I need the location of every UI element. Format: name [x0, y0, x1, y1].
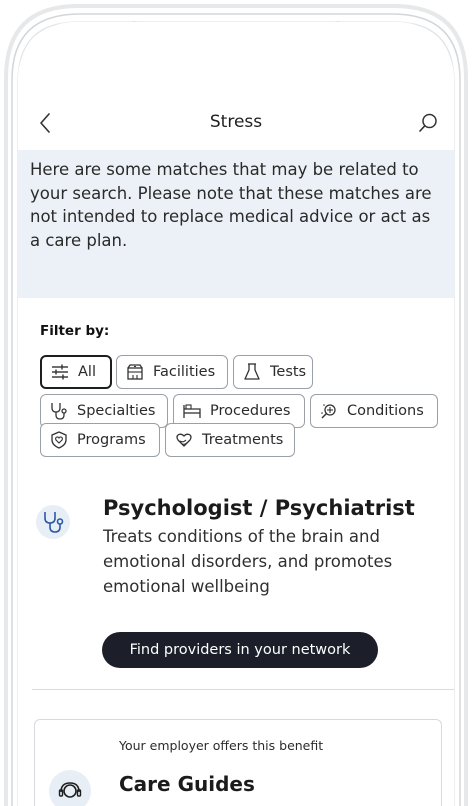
filter-chip-tests[interactable]: Tests: [233, 355, 313, 389]
flask-icon: [242, 362, 262, 382]
app-stage: Stress Here are some matches that may be…: [0, 0, 472, 806]
section-divider: [32, 689, 454, 690]
chip-label: Facilities: [153, 364, 216, 380]
result-stethoscope-badge: [36, 505, 70, 539]
facility-icon: [125, 362, 145, 382]
search-icon: [419, 113, 437, 132]
chip-label: Treatments: [202, 432, 284, 448]
filter-chip-treatments[interactable]: Treatments: [165, 423, 295, 457]
stethoscope-icon: [49, 401, 69, 421]
page-title: Stress: [209, 112, 263, 132]
search-button[interactable]: [416, 111, 440, 135]
filter-chip-programs[interactable]: Programs: [40, 423, 160, 457]
chip-label: Tests: [270, 364, 307, 380]
care-guide-icon: [58, 782, 82, 798]
chip-label: All: [78, 364, 96, 380]
benefit-note: Your employer offers this benefit: [119, 738, 324, 753]
bed-icon: [182, 401, 202, 421]
chip-label: Specialties: [77, 403, 156, 419]
benefit-title: Care Guides: [119, 772, 255, 796]
chevron-left-icon: [40, 113, 50, 133]
care-guide-badge: [49, 770, 91, 806]
disclaimer-text: Here are some matches that may be relate…: [30, 160, 432, 250]
find-providers-button[interactable]: Find providers in your network: [102, 632, 378, 668]
chip-label: Programs: [77, 432, 146, 448]
result-description: Treats conditions of the brain and emoti…: [103, 527, 393, 596]
result-title[interactable]: Psychologist / Psychiatrist: [103, 496, 415, 520]
heart-hands-icon: [174, 430, 194, 450]
shield-heart-icon: [49, 430, 69, 450]
stethoscope-icon: [44, 512, 64, 533]
nav-bar: Stress: [18, 106, 454, 140]
filter-chip-conditions[interactable]: Conditions: [310, 394, 438, 428]
magnifier-sparkle-icon: [319, 401, 339, 421]
filter-chip-all[interactable]: All: [40, 355, 112, 389]
disclaimer-banner: Here are some matches that may be relate…: [18, 150, 454, 298]
filter-label: Filter by:: [40, 323, 110, 339]
benefit-card[interactable]: Your employer offers this benefit Care G…: [34, 719, 442, 806]
chip-label: Procedures: [210, 403, 291, 419]
back-button[interactable]: [34, 111, 56, 135]
phone-screen: Stress Here are some matches that may be…: [18, 22, 454, 806]
sliders-icon: [50, 362, 70, 382]
chip-label: Conditions: [347, 403, 424, 419]
filter-chip-facilities[interactable]: Facilities: [116, 355, 228, 389]
